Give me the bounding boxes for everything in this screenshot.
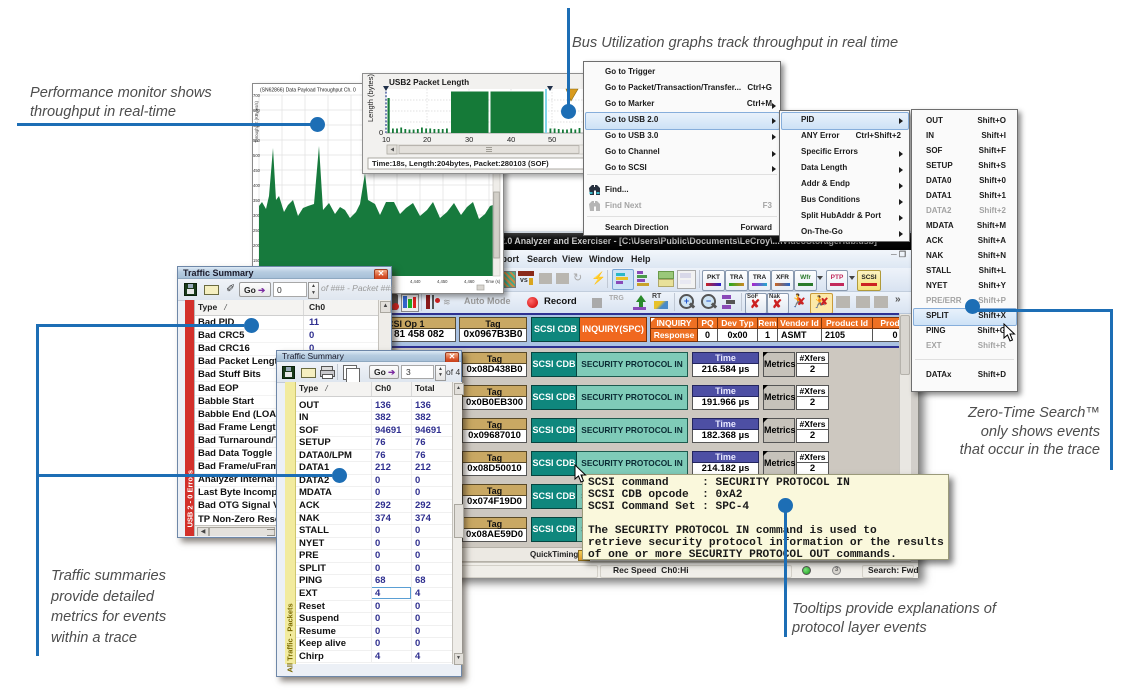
svg-text:10: 10 — [382, 135, 390, 144]
svg-text:400: 400 — [253, 183, 261, 188]
svg-text:Throughput (KBytes/s): Throughput (KBytes/s) — [254, 101, 259, 143]
svg-text:USB2 Packet Length: USB2 Packet Length — [389, 78, 469, 87]
svg-text:4,460: 4,460 — [464, 279, 475, 284]
svg-text:Time (s): Time (s) — [485, 279, 501, 284]
svg-text:350: 350 — [253, 198, 261, 203]
svg-text:50: 50 — [548, 135, 556, 144]
svg-text:450: 450 — [253, 168, 261, 173]
svg-text:Length (bytes): Length (bytes) — [366, 74, 375, 122]
svg-text:700: 700 — [253, 93, 261, 98]
svg-text:20: 20 — [423, 135, 431, 144]
svg-text:(SN62866) Data Payload Through: (SN62866) Data Payload Throughput Ch. 0 — [260, 88, 356, 94]
svg-text:4,450: 4,450 — [437, 279, 448, 284]
svg-text:40: 40 — [507, 135, 515, 144]
svg-text:Time:18s, Length:204bytes, Pac: Time:18s, Length:204bytes, Packet:280103… — [372, 159, 549, 168]
svg-text:500: 500 — [253, 153, 261, 158]
svg-text:30: 30 — [465, 135, 473, 144]
svg-text:4,440: 4,440 — [410, 279, 421, 284]
svg-text:0: 0 — [379, 128, 383, 137]
